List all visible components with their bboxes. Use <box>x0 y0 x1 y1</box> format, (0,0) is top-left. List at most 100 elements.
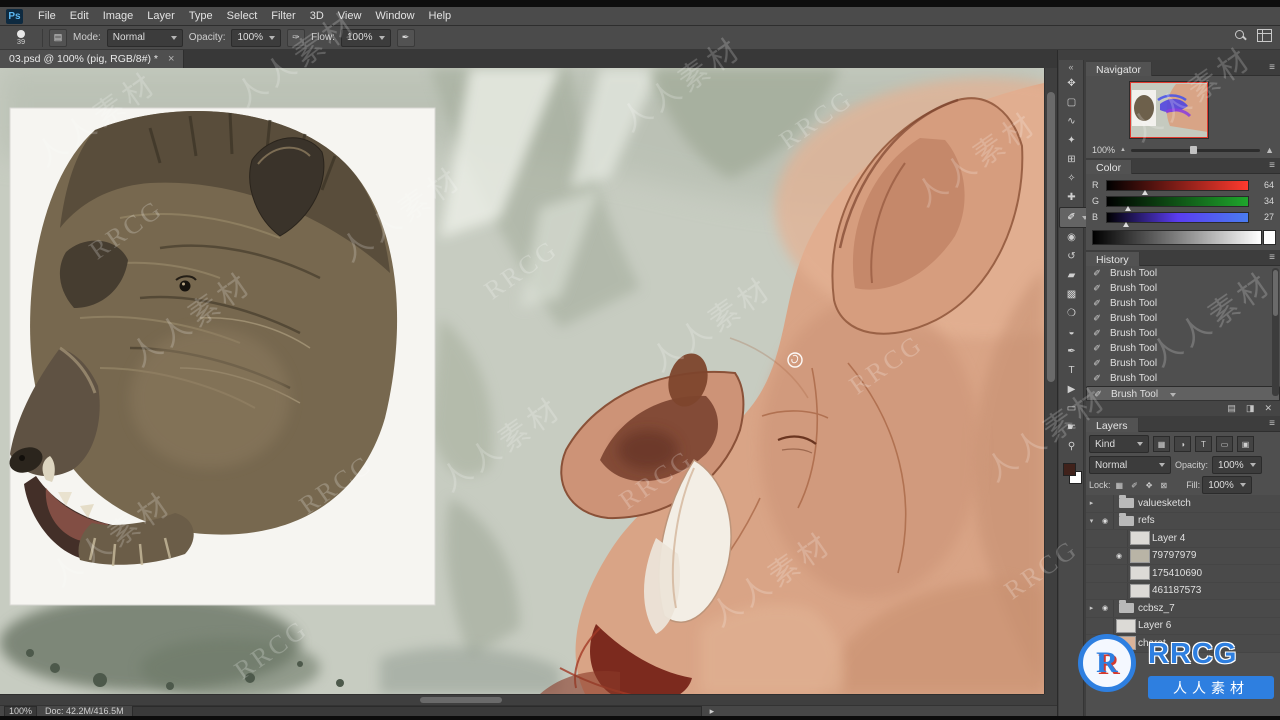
tool-history-brush[interactable]: ↺ <box>1059 247 1084 266</box>
tool-crop[interactable]: ⊞ <box>1059 150 1084 169</box>
filter-smart-object-icon[interactable]: ▣ <box>1237 436 1254 452</box>
horizontal-scrollbar[interactable] <box>0 694 1044 705</box>
horizontal-scrollbar-thumb[interactable] <box>420 697 502 703</box>
layer-name[interactable]: 79797979 <box>1152 550 1197 561</box>
history-state[interactable]: ✐ Brush Tool <box>1086 311 1280 326</box>
zoom-out-mountain-icon[interactable]: ▲ <box>1120 147 1126 153</box>
visibility-eye-icon[interactable]: ◉ <box>1097 600 1114 617</box>
lock-transparency-icon[interactable]: ▦ <box>1116 481 1124 490</box>
close-tab-icon[interactable]: × <box>168 53 174 65</box>
panel-menu-icon[interactable]: ≡ <box>1269 252 1275 263</box>
tool-dodge[interactable]: ◒ <box>1059 323 1084 342</box>
fill-select[interactable]: 100% <box>1202 476 1252 494</box>
tool-pen[interactable]: ✒ <box>1059 342 1084 361</box>
blue-slider-marker[interactable] <box>1122 221 1129 227</box>
history-state[interactable]: ✐ Brush Tool <box>1086 371 1280 386</box>
panel-menu-icon[interactable]: ≡ <box>1269 62 1275 73</box>
tool-hand[interactable]: ☛ <box>1059 418 1084 437</box>
brush-preset-picker[interactable]: 39 <box>6 29 36 46</box>
zoom-in-mountain-icon[interactable]: ▲ <box>1265 145 1274 155</box>
white-chip[interactable] <box>1263 230 1276 245</box>
history-scrollbar[interactable] <box>1272 268 1279 396</box>
navigator-view-rectangle[interactable] <box>1130 82 1208 138</box>
tool-clone-stamp[interactable]: ◉ <box>1059 228 1084 247</box>
red-slider-marker[interactable] <box>1142 189 1149 195</box>
workspace-switcher-icon[interactable] <box>1257 29 1272 42</box>
filter-adjustment-icon[interactable]: ◑ <box>1174 436 1191 452</box>
lock-pixels-icon[interactable]: ✐ <box>1131 481 1138 490</box>
foreground-color-swatch[interactable] <box>1063 463 1076 476</box>
panel-menu-icon[interactable]: ≡ <box>1269 160 1275 171</box>
layer-opacity-select[interactable]: 100% <box>1212 456 1262 474</box>
menu-select[interactable]: Select <box>220 7 265 26</box>
tool-blur[interactable]: ❍ <box>1059 304 1084 323</box>
visibility-eye-icon[interactable]: ◉ <box>1111 547 1128 564</box>
layer-row[interactable]: 175410690 <box>1086 565 1280 583</box>
blue-slider[interactable] <box>1106 211 1249 227</box>
zoom-level-field[interactable]: 100% <box>4 705 38 717</box>
pressure-opacity-icon[interactable]: ✑ <box>287 28 306 47</box>
navigator-zoom-value[interactable]: 100% <box>1092 145 1115 155</box>
menu-type[interactable]: Type <box>182 7 220 26</box>
red-slider[interactable] <box>1106 179 1249 195</box>
layer-name[interactable]: 461187573 <box>1152 585 1201 596</box>
history-state[interactable]: ✐ Brush Tool <box>1086 356 1280 371</box>
layer-row[interactable]: 461187573 <box>1086 582 1280 600</box>
navigator-zoom-knob[interactable] <box>1190 145 1198 154</box>
layer-row[interactable]: ▸ ◉ ccbsz_7 <box>1086 600 1280 618</box>
layer-row[interactable]: ▸ valuesketch <box>1086 495 1280 513</box>
delete-state-icon[interactable]: ✕ <box>1264 403 1272 414</box>
layer-row[interactable]: ◉ 79797979 <box>1086 547 1280 565</box>
history-state[interactable]: ✐ Brush Tool <box>1086 341 1280 356</box>
visibility-eye-icon[interactable] <box>1097 495 1114 512</box>
status-arrow-icon[interactable]: ▸ <box>710 706 715 717</box>
tool-zoom[interactable]: ⚲ <box>1059 437 1084 456</box>
opacity-select[interactable]: 100% <box>231 28 282 47</box>
tool-eyedropper[interactable]: ✧ <box>1059 169 1084 188</box>
history-state[interactable]: ✐ Brush Tool <box>1086 296 1280 311</box>
menu-file[interactable]: File <box>31 7 63 26</box>
blue-value[interactable]: 27 <box>1254 212 1274 222</box>
green-slider-marker[interactable] <box>1125 205 1132 211</box>
tool-eraser[interactable]: ▰ <box>1059 266 1084 285</box>
menu-window[interactable]: Window <box>368 7 421 26</box>
history-state[interactable]: ✐ Brush Tool <box>1086 281 1280 296</box>
expand-triangle-icon[interactable]: ▸ <box>1086 604 1097 612</box>
menu-edit[interactable]: Edit <box>63 7 96 26</box>
kind-filter-select[interactable]: Kind <box>1089 435 1149 453</box>
tool-quick-selection[interactable]: ✦ <box>1059 131 1084 150</box>
filter-pixel-icon[interactable]: ▦ <box>1153 436 1170 452</box>
navigator-zoom-slider[interactable] <box>1130 145 1261 154</box>
tool-spot-healing[interactable]: ✚ <box>1059 188 1084 207</box>
layer-name[interactable]: 175410690 <box>1152 568 1202 579</box>
expand-triangle-icon[interactable]: ▾ <box>1086 517 1097 525</box>
layer-name[interactable]: Layer 4 <box>1152 533 1185 544</box>
new-document-from-state-icon[interactable]: ▤ <box>1227 403 1236 414</box>
lock-position-icon[interactable]: ✥ <box>1146 481 1153 490</box>
canvas[interactable] <box>0 68 1044 694</box>
history-state[interactable]: ✐ Brush Tool <box>1086 266 1280 281</box>
airbrush-icon[interactable]: ✒ <box>396 28 415 47</box>
photoshop-logo[interactable]: Ps <box>6 8 23 24</box>
history-state[interactable]: ✐ Brush Tool <box>1086 326 1280 341</box>
lock-all-icon[interactable]: ⊠ <box>1160 481 1167 490</box>
panel-menu-icon[interactable]: ≡ <box>1269 418 1275 429</box>
filter-shape-icon[interactable]: ▭ <box>1216 436 1233 452</box>
visibility-eye-icon[interactable] <box>1111 565 1128 582</box>
layer-name[interactable]: refs <box>1138 515 1155 526</box>
menu-view[interactable]: View <box>331 7 369 26</box>
brush-panel-toggle-icon[interactable]: ▤ <box>49 28 67 47</box>
tool-lasso[interactable]: ∿ <box>1059 112 1084 131</box>
tool-rectangle-shape[interactable]: ▭ <box>1059 399 1084 418</box>
visibility-eye-icon[interactable]: ◉ <box>1097 512 1114 529</box>
tool-rectangular-marquee[interactable]: ▢ <box>1059 93 1084 112</box>
new-snapshot-icon[interactable]: ◨ <box>1246 403 1255 414</box>
vertical-scrollbar-thumb[interactable] <box>1047 92 1055 382</box>
menu-3d[interactable]: 3D <box>303 7 331 26</box>
menu-filter[interactable]: Filter <box>264 7 302 26</box>
expand-triangle-icon[interactable]: ▸ <box>1086 499 1097 507</box>
tool-type[interactable]: T <box>1059 361 1084 380</box>
menu-image[interactable]: Image <box>96 7 141 26</box>
menu-help[interactable]: Help <box>422 7 459 26</box>
tool-gradient[interactable]: ▩ <box>1059 285 1084 304</box>
